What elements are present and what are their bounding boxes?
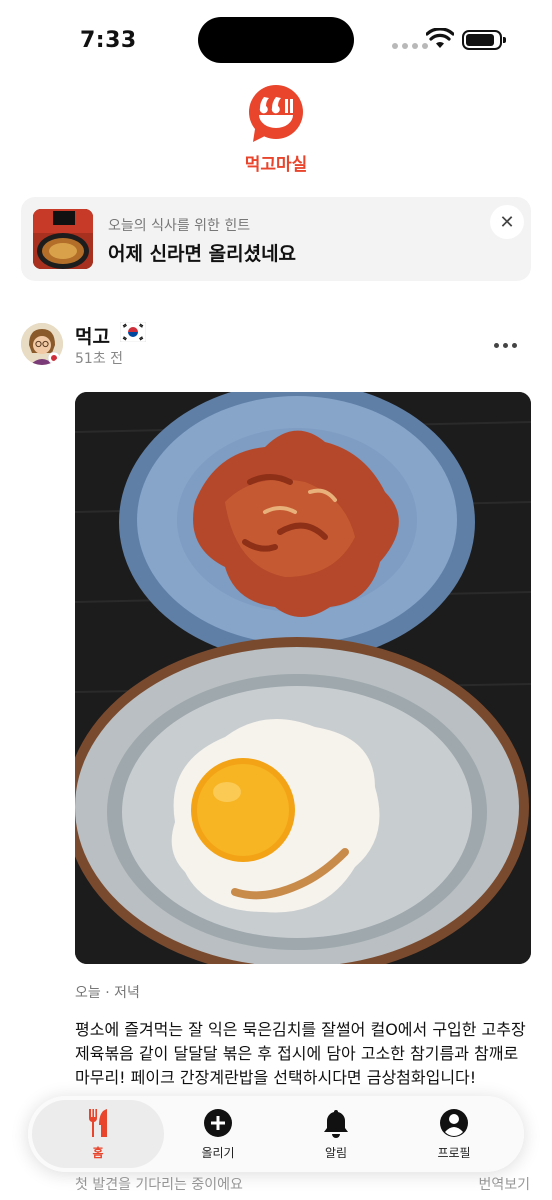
dynamic-island xyxy=(198,17,354,63)
tab-home[interactable]: 홈 xyxy=(36,1096,160,1172)
battery-icon xyxy=(462,30,506,50)
more-options-icon[interactable] xyxy=(490,336,520,354)
hint-thumbnail xyxy=(33,209,93,269)
post-photo[interactable] xyxy=(75,392,531,964)
discovery-status: 첫 발견을 기다리는 중이에요 xyxy=(75,1177,243,1193)
cellular-signal-icon xyxy=(392,43,428,49)
tab-bar: 홈 올리기 알림 프로필 xyxy=(28,1096,524,1172)
tab-upload-label: 올리기 xyxy=(201,1145,235,1160)
post-caption: 평소에 즐겨먹는 잘 익은 묵은김치를 잘썰어 컬O에서 구입한 고추장제육볶음… xyxy=(75,1020,526,1087)
tab-profile[interactable]: 프로필 xyxy=(392,1096,516,1172)
tab-profile-label: 프로필 xyxy=(437,1145,471,1160)
tab-notifications-label: 알림 xyxy=(324,1145,348,1160)
bell-icon xyxy=(324,1109,348,1138)
hint-title: 어제 신라면 올리셨네요 xyxy=(108,243,297,265)
status-bar: 7:33 xyxy=(0,0,552,80)
app-title: 먹고마실 xyxy=(244,155,308,175)
avatar[interactable] xyxy=(21,323,63,365)
translate-button[interactable]: 번역보기 xyxy=(478,1174,530,1194)
tab-home-label: 홈 xyxy=(92,1145,104,1160)
app-logo-icon xyxy=(249,85,303,142)
tab-upload[interactable]: 올리기 xyxy=(156,1096,280,1172)
tab-notifications[interactable]: 알림 xyxy=(274,1096,398,1172)
plus-circle-icon xyxy=(204,1108,232,1137)
post-username[interactable]: 먹고 xyxy=(75,322,110,349)
wifi-icon xyxy=(426,28,454,48)
status-time: 7:33 xyxy=(80,28,137,53)
fork-knife-icon xyxy=(88,1108,107,1137)
korea-flag-icon xyxy=(120,322,146,342)
person-circle-icon xyxy=(440,1108,468,1137)
hint-subtitle: 오늘의 식사를 위한 힌트 xyxy=(108,218,251,234)
meal-tag: 오늘 · 저녁 xyxy=(75,985,140,1001)
meal-hint-banner[interactable]: 오늘의 식사를 위한 힌트 어제 신라면 올리셨네요 ✕ xyxy=(21,197,531,281)
close-icon[interactable]: ✕ xyxy=(490,205,524,239)
post-time: 51초 전 xyxy=(75,351,124,367)
